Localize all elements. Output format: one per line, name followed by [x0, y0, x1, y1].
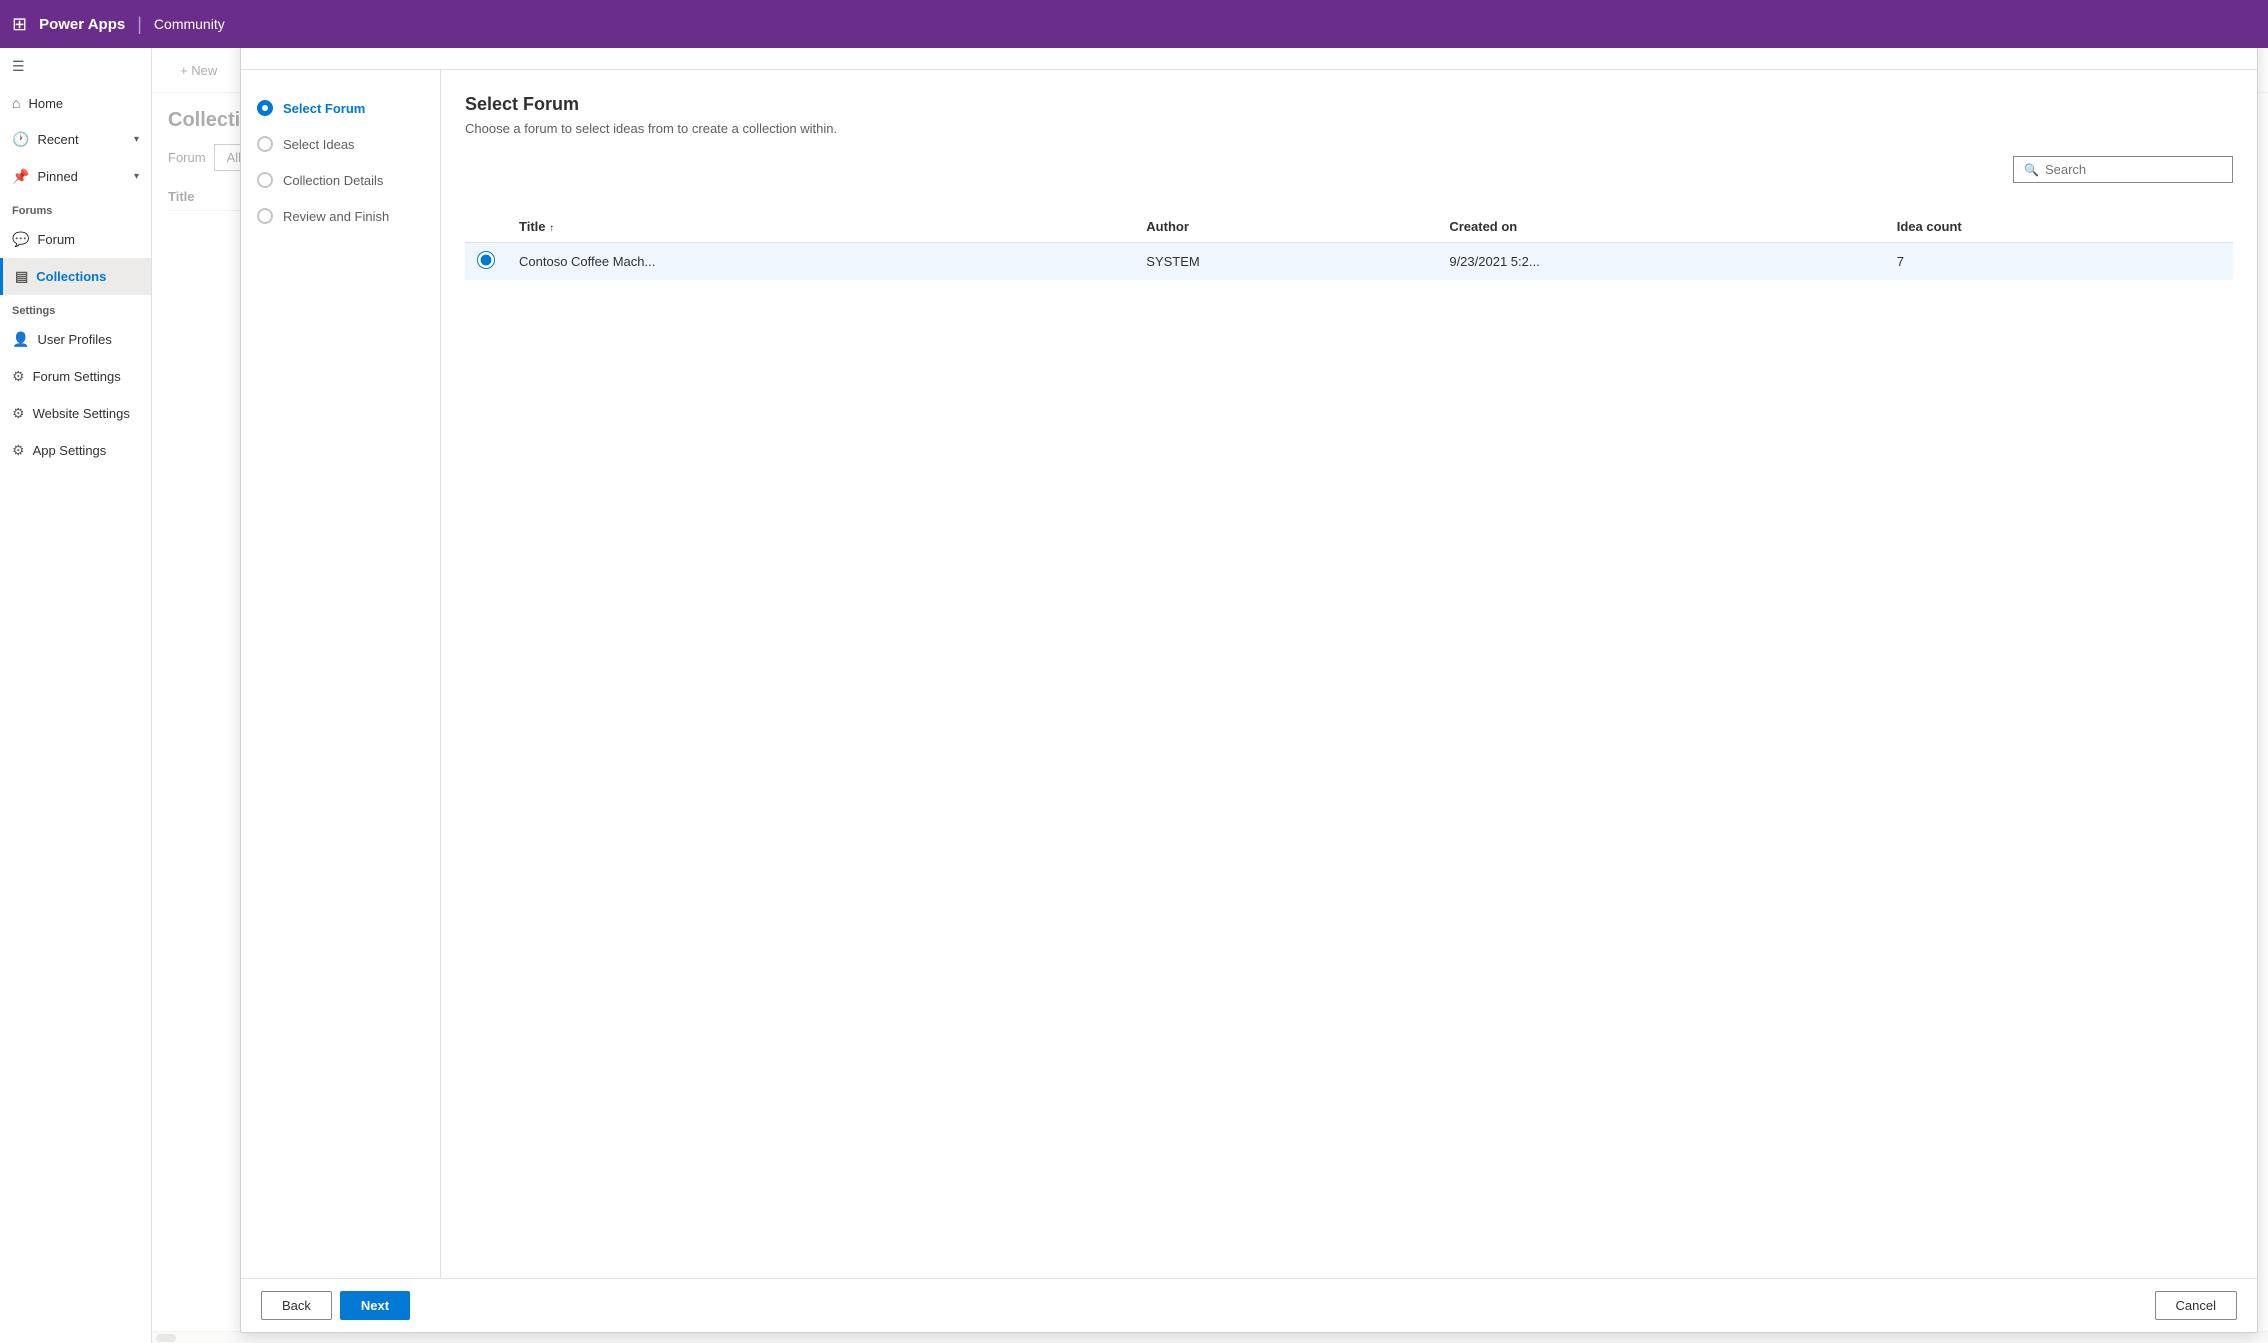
forum-icon: 💬 — [12, 231, 29, 248]
sidebar-forum-label: Forum — [37, 232, 75, 247]
sidebar-item-app-settings[interactable]: ⚙ App Settings — [0, 432, 151, 469]
row-idea-count-cell: 7 — [1885, 243, 2233, 281]
author-col-header: Author — [1134, 211, 1437, 243]
sidebar-item-pinned[interactable]: 📌 Pinned ▾ — [0, 158, 151, 195]
website-settings-icon: ⚙ — [12, 405, 25, 422]
pinned-expand-icon: ▾ — [134, 171, 139, 182]
wizard-content-area: Select Forum Choose a forum to select id… — [441, 70, 2257, 1278]
sidebar-forum-settings-label: Forum Settings — [33, 369, 121, 384]
step-4-label: Review and Finish — [283, 209, 389, 224]
forums-section-label: Forums — [0, 195, 151, 221]
topbar-divider: | — [137, 14, 142, 35]
forum-table-body: Contoso Coffee Mach... SYSTEM 9/23/2021 … — [465, 243, 2233, 281]
title-sort-icon[interactable]: ↑ — [549, 223, 554, 234]
step-4-circle — [257, 208, 273, 224]
wizard-steps-panel: Select Forum Select Ideas Collection Det… — [241, 70, 441, 1278]
title-col-header: Title ↑ — [507, 211, 1134, 243]
step-1-circle — [257, 100, 273, 116]
footer-left-buttons: Back Next — [261, 1291, 410, 1320]
back-button[interactable]: Back — [261, 1291, 332, 1320]
forum-search-input[interactable] — [2045, 162, 2222, 177]
sidebar-item-website-settings[interactable]: ⚙ Website Settings — [0, 395, 151, 432]
sidebar-collections-label: Collections — [36, 269, 106, 284]
wizard-step-collection-details[interactable]: Collection Details — [241, 162, 440, 198]
sidebar-item-recent[interactable]: 🕐 Recent ▾ — [0, 121, 151, 158]
row-radio-input[interactable] — [477, 251, 495, 269]
wizard-step-select-forum[interactable]: Select Forum — [241, 90, 440, 126]
topbar: ⊞ Power Apps | Community — [0, 0, 2268, 48]
step-2-label: Select Ideas — [283, 137, 355, 152]
sidebar-user-profiles-label: User Profiles — [37, 332, 111, 347]
wizard-step-review-finish[interactable]: Review and Finish — [241, 198, 440, 234]
grid-icon[interactable]: ⊞ — [12, 14, 27, 35]
pinned-icon: 📌 — [12, 168, 29, 185]
user-profiles-icon: 👤 — [12, 331, 29, 348]
step-1-label: Select Forum — [283, 101, 365, 116]
wizard-content-desc: Choose a forum to select ideas from to c… — [465, 121, 2233, 136]
modal-body: Select Forum Select Ideas Collection Det… — [241, 70, 2257, 1278]
forum-table: Title ↑ Author Created on Idea count Con… — [465, 211, 2233, 280]
table-row[interactable]: Contoso Coffee Mach... SYSTEM 9/23/2021 … — [465, 243, 2233, 281]
sidebar-item-menu[interactable]: ☰ — [0, 48, 151, 85]
row-author-cell: SYSTEM — [1134, 243, 1437, 281]
forum-search-bar[interactable]: 🔍 — [2013, 156, 2233, 183]
sidebar-item-collections[interactable]: ▤ Collections — [0, 258, 151, 295]
row-title-cell: Contoso Coffee Mach... — [507, 243, 1134, 281]
step-3-circle — [257, 172, 273, 188]
sidebar-item-forum-settings[interactable]: ⚙ Forum Settings — [0, 358, 151, 395]
cancel-button[interactable]: Cancel — [2155, 1291, 2237, 1320]
modal-footer: Back Next Cancel — [241, 1278, 2257, 1332]
recent-expand-icon: ▾ — [134, 134, 139, 145]
app-settings-icon: ⚙ — [12, 442, 25, 459]
sidebar-website-settings-label: Website Settings — [33, 406, 130, 421]
idea-count-col-header: Idea count — [1885, 211, 2233, 243]
step-3-label: Collection Details — [283, 173, 383, 188]
sidebar-item-forum[interactable]: 💬 Forum — [0, 221, 151, 258]
sidebar-recent-label: Recent — [37, 132, 78, 147]
sidebar-pinned-label: Pinned — [37, 169, 77, 184]
row-radio-cell[interactable] — [465, 243, 507, 281]
menu-icon: ☰ — [12, 58, 25, 75]
forum-settings-icon: ⚙ — [12, 368, 25, 385]
sidebar-item-user-profiles[interactable]: 👤 User Profiles — [0, 321, 151, 358]
step-2-circle — [257, 136, 273, 152]
app-name: Power Apps — [39, 16, 125, 33]
created-on-col-header: Created on — [1437, 211, 1884, 243]
sidebar-home-label: Home — [28, 96, 63, 111]
settings-section-label: Settings — [0, 295, 151, 321]
sidebar-app-settings-label: App Settings — [33, 443, 107, 458]
search-icon: 🔍 — [2024, 163, 2039, 177]
forum-table-header: Title ↑ Author Created on Idea count — [465, 211, 2233, 243]
sidebar: ☰ ⌂ Home 🕐 Recent ▾ 📌 Pinned ▾ Forums 💬 … — [0, 48, 152, 1343]
create-collection-modal: Create new collection ✕ Select Forum Sel… — [240, 15, 2258, 1333]
sidebar-item-home[interactable]: ⌂ Home — [0, 85, 151, 121]
home-icon: ⌂ — [12, 95, 20, 111]
select-col-header — [465, 211, 507, 243]
recent-icon: 🕐 — [12, 131, 29, 148]
wizard-content-title: Select Forum — [465, 94, 2233, 115]
wizard-step-select-ideas[interactable]: Select Ideas — [241, 126, 440, 162]
topbar-community: Community — [154, 16, 225, 32]
next-button[interactable]: Next — [340, 1291, 410, 1320]
collections-icon: ▤ — [15, 268, 28, 285]
row-created-on-cell: 9/23/2021 5:2... — [1437, 243, 1884, 281]
